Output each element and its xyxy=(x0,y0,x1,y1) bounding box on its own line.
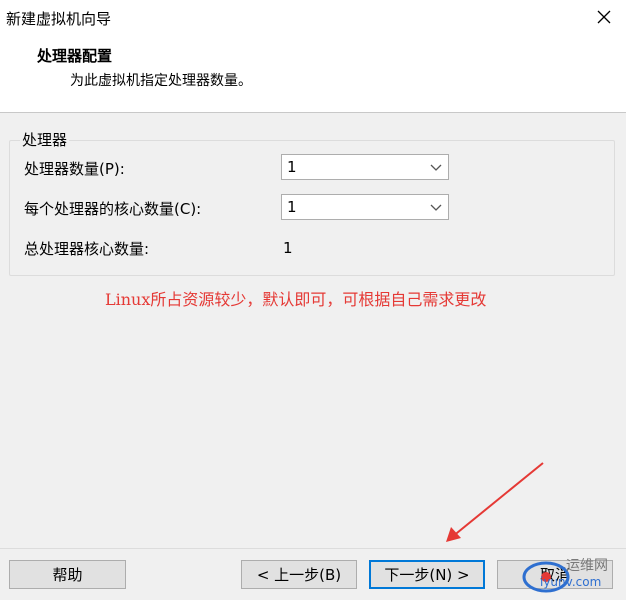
processor-count-label: 处理器数量(P): xyxy=(24,160,125,178)
window-title: 新建虚拟机向导 xyxy=(6,10,112,28)
cores-per-processor-select[interactable]: 1 xyxy=(281,194,449,220)
close-button[interactable] xyxy=(590,3,618,31)
chevron-down-icon xyxy=(430,204,442,211)
help-button[interactable]: 帮助 xyxy=(9,560,126,589)
back-button[interactable]: < 上一步(B) xyxy=(241,560,357,589)
total-cores-label: 总处理器核心数量: xyxy=(24,240,150,258)
title-bar: 新建虚拟机向导 xyxy=(0,0,626,36)
processor-count-value: 1 xyxy=(287,158,297,176)
page-subtitle: 为此虚拟机指定处理器数量。 xyxy=(70,73,252,89)
wizard-header: 处理器配置 为此虚拟机指定处理器数量。 xyxy=(0,36,626,113)
total-cores-value: 1 xyxy=(283,239,293,257)
next-button[interactable]: 下一步(N) > xyxy=(369,560,485,589)
processor-group-label: 处理器 xyxy=(20,129,70,150)
cores-per-processor-value: 1 xyxy=(287,198,297,216)
chevron-down-icon xyxy=(430,164,442,171)
annotation-note: Linux所占资源较少，默认即可，可根据自己需求更改 xyxy=(105,290,487,309)
watermark-url: iyunv.com xyxy=(540,575,602,589)
footer-divider xyxy=(0,548,626,549)
cores-per-processor-label: 每个处理器的核心数量(C): xyxy=(24,200,202,218)
page-title: 处理器配置 xyxy=(37,47,113,65)
close-icon xyxy=(597,10,611,24)
watermark-text: 运维网 xyxy=(566,558,608,574)
processor-count-select[interactable]: 1 xyxy=(281,154,449,180)
